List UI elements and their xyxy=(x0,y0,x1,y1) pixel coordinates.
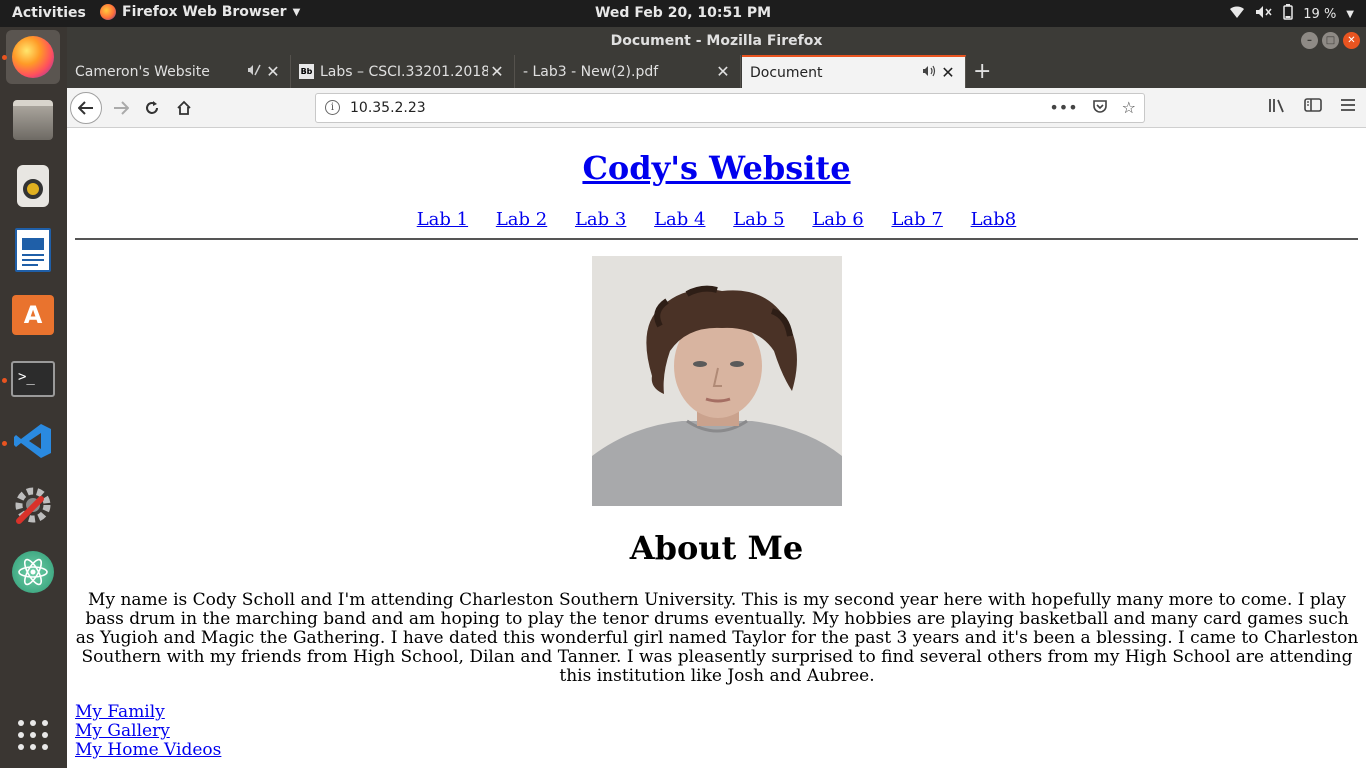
maximize-button[interactable]: □ xyxy=(1322,32,1339,49)
pocket-icon[interactable] xyxy=(1092,98,1108,118)
dock-software-center[interactable]: A xyxy=(6,288,60,342)
wifi-icon xyxy=(1229,5,1245,23)
running-indicator xyxy=(2,378,7,383)
volume-muted-icon xyxy=(1255,5,1273,23)
app-menu[interactable]: Firefox Web Browser ▼ xyxy=(100,4,300,20)
dock-show-applications[interactable] xyxy=(6,710,60,764)
page-actions-icon[interactable]: ••• xyxy=(1049,98,1077,118)
close-tab-icon[interactable]: ✕ xyxy=(939,63,957,82)
gnome-top-bar: Activities Firefox Web Browser ▼ Wed Feb… xyxy=(0,0,1366,27)
url-bar-actions: ••• ☆ xyxy=(1049,98,1136,118)
sidebar-icon[interactable] xyxy=(1304,97,1322,118)
tab-lab3-pdf[interactable]: - Lab3 - New(2).pdf ✕ xyxy=(515,55,741,88)
url-bar[interactable]: i 10.35.2.23 ••• ☆ xyxy=(315,93,1145,123)
tab-camerons-website[interactable]: Cameron's Website ✕ xyxy=(67,55,291,88)
site-title: Cody's Website xyxy=(67,149,1366,187)
nav-link-lab5[interactable]: Lab 5 xyxy=(733,209,784,230)
muted-audio-icon[interactable] xyxy=(244,64,264,80)
nav-link-lab8[interactable]: Lab8 xyxy=(971,209,1017,230)
activities-button[interactable]: Activities xyxy=(12,5,86,21)
window-titlebar[interactable]: Document - Mozilla Firefox – □ ✕ xyxy=(67,27,1366,55)
speaker-icon[interactable] xyxy=(919,65,939,81)
window-title: Document - Mozilla Firefox xyxy=(610,33,823,49)
close-tab-icon[interactable]: ✕ xyxy=(714,62,732,81)
tab-bar: Cameron's Website ✕ Bb Labs – CSCI.33201… xyxy=(67,55,1366,88)
lab-nav: Lab 1 Lab 2 Lab 3 Lab 4 Lab 5 Lab 6 Lab … xyxy=(67,209,1366,230)
tab-label: Document xyxy=(750,64,823,81)
horizontal-rule xyxy=(75,238,1358,240)
dock-files[interactable] xyxy=(6,93,60,147)
terminal-icon: >_ xyxy=(11,361,55,397)
back-button[interactable] xyxy=(70,92,102,124)
close-tab-icon[interactable]: ✕ xyxy=(488,62,506,81)
link-my-gallery[interactable]: My Gallery xyxy=(75,722,221,741)
site-title-link[interactable]: Cody's Website xyxy=(582,149,850,187)
document-writer-icon xyxy=(15,228,51,272)
reload-icon xyxy=(146,101,158,114)
chevron-down-icon: ▼ xyxy=(292,6,301,18)
reload-button[interactable] xyxy=(138,94,166,122)
page-links: My Family My Gallery My Home Videos xyxy=(75,703,221,760)
home-icon xyxy=(177,100,191,115)
nav-link-lab4[interactable]: Lab 4 xyxy=(654,209,705,230)
minimize-button[interactable]: – xyxy=(1301,32,1318,49)
navigation-toolbar: i 10.35.2.23 ••• ☆ xyxy=(67,88,1366,128)
toolbar-right xyxy=(1268,97,1356,118)
files-icon xyxy=(13,100,53,140)
site-info-icon[interactable]: i xyxy=(325,100,340,115)
url-text[interactable]: 10.35.2.23 xyxy=(350,100,426,116)
nav-link-lab7[interactable]: Lab 7 xyxy=(891,209,942,230)
atom-icon xyxy=(12,551,54,593)
bookmark-star-icon[interactable]: ☆ xyxy=(1122,98,1136,118)
about-paragraph: My name is Cody Scholl and I'm attending… xyxy=(75,590,1359,686)
tab-label: Labs – CSCI.33201.2018-S xyxy=(320,63,488,80)
running-indicator xyxy=(2,441,7,446)
new-tab-button[interactable]: + xyxy=(973,59,991,84)
running-indicator xyxy=(2,55,7,60)
system-status-area[interactable]: 19 % ▼ xyxy=(1229,4,1354,24)
dock-vscode[interactable] xyxy=(6,416,60,470)
speaker-app-icon xyxy=(17,165,49,207)
profile-photo xyxy=(592,256,842,506)
blackboard-favicon: Bb xyxy=(299,64,314,79)
arrow-left-icon xyxy=(78,101,93,115)
ubuntu-dock: A >_ xyxy=(0,27,67,768)
close-window-button[interactable]: ✕ xyxy=(1343,32,1360,49)
dock-libreoffice-writer[interactable] xyxy=(6,223,60,277)
nav-link-lab1[interactable]: Lab 1 xyxy=(417,209,468,230)
window-controls: – □ ✕ xyxy=(1301,32,1360,49)
tab-label: - Lab3 - New(2).pdf xyxy=(523,63,659,80)
hamburger-menu-icon[interactable] xyxy=(1340,97,1356,118)
vscode-icon xyxy=(13,421,53,465)
home-button[interactable] xyxy=(170,94,198,122)
dock-rhythmbox[interactable] xyxy=(6,159,60,213)
battery-percent: 19 % xyxy=(1303,6,1337,22)
arrow-right-icon xyxy=(114,101,129,115)
web-page-content: Cody's Website Lab 1 Lab 2 Lab 3 Lab 4 L… xyxy=(67,129,1366,768)
system-menu-arrow-icon: ▼ xyxy=(1346,8,1354,20)
link-my-family[interactable]: My Family xyxy=(75,703,221,722)
tab-labs-csci[interactable]: Bb Labs – CSCI.33201.2018-S ✕ xyxy=(291,55,515,88)
dock-firefox[interactable] xyxy=(6,30,60,84)
nav-link-lab6[interactable]: Lab 6 xyxy=(812,209,863,230)
library-icon[interactable] xyxy=(1268,97,1286,118)
app-menu-label: Firefox Web Browser xyxy=(122,4,287,20)
about-heading: About Me xyxy=(629,529,804,567)
firefox-small-icon xyxy=(100,4,116,20)
close-tab-icon[interactable]: ✕ xyxy=(264,62,282,81)
dock-terminal[interactable]: >_ xyxy=(6,352,60,406)
firefox-icon xyxy=(12,36,54,78)
dock-system-settings[interactable] xyxy=(6,480,60,534)
tab-label: Cameron's Website xyxy=(75,63,210,80)
link-my-home-videos[interactable]: My Home Videos xyxy=(75,741,221,760)
nav-link-lab2[interactable]: Lab 2 xyxy=(496,209,547,230)
nav-link-lab3[interactable]: Lab 3 xyxy=(575,209,626,230)
tab-document[interactable]: Document ✕ xyxy=(742,55,966,88)
dock-atom[interactable] xyxy=(6,545,60,599)
settings-tools-icon xyxy=(11,483,55,531)
battery-icon xyxy=(1283,4,1294,24)
software-bag-icon: A xyxy=(12,295,54,335)
forward-button[interactable] xyxy=(107,94,135,122)
app-grid-icon xyxy=(17,719,49,755)
